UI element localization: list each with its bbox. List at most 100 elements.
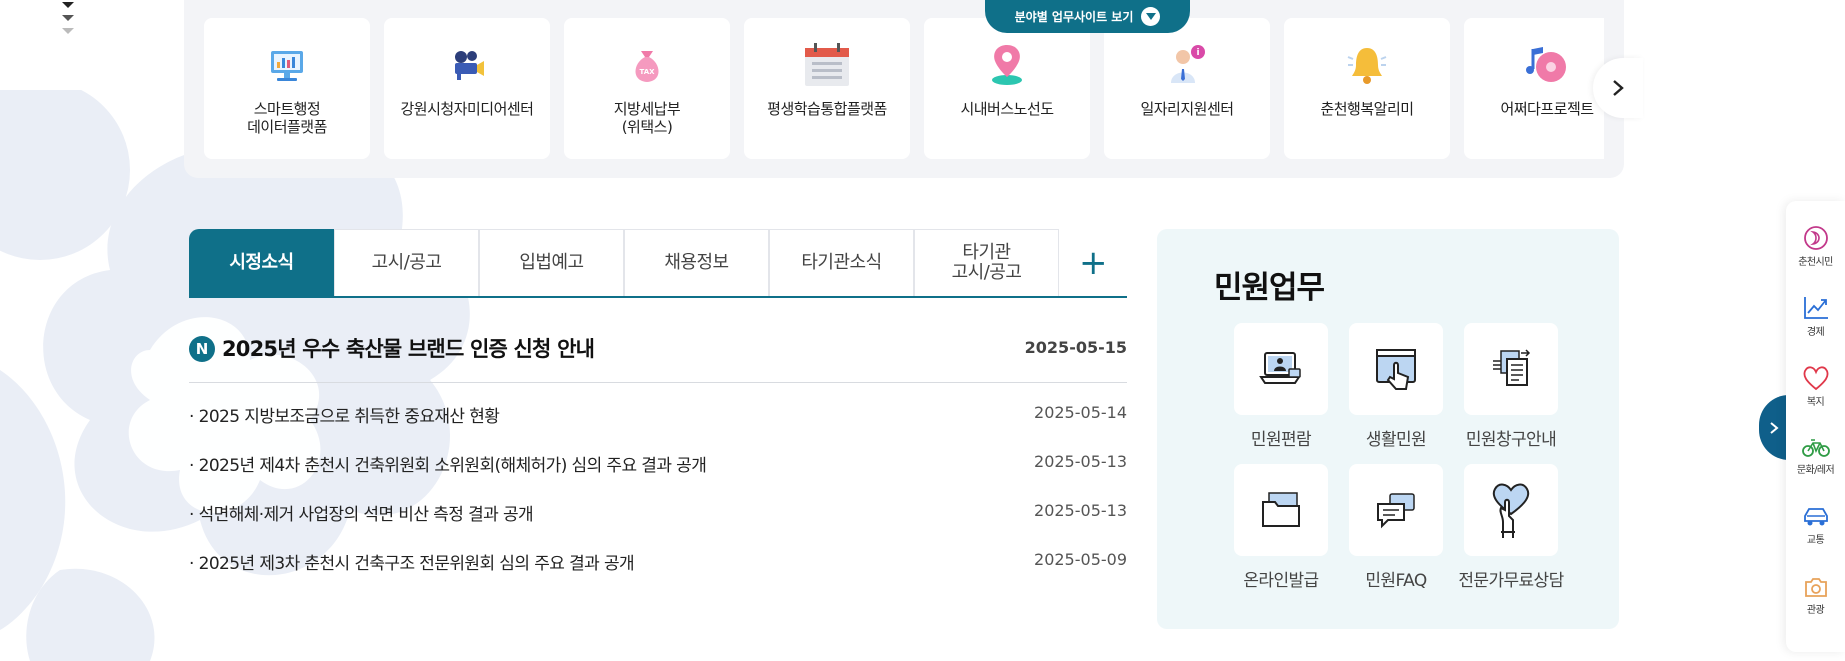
side-item-label: 복지 (1806, 397, 1825, 408)
camera-icon (1804, 578, 1827, 597)
news-list: · 2025 지방보조금으로 취득한 중요재산 현황 2025-05-14 · … (189, 400, 1127, 596)
featured-news-date: 2025-05-15 (1024, 338, 1127, 357)
news-list-item[interactable]: · 2025년 제3차 춘천시 건축구조 전문위원회 심의 주요 결과 공개 2… (189, 547, 1127, 596)
car-icon (1803, 508, 1828, 526)
scroll-down-chevrons-icon[interactable] (58, 0, 78, 40)
chevron-right-icon (1613, 80, 1624, 96)
site-card[interactable]: 시내버스노선도 (924, 18, 1090, 159)
bell-icon (1342, 40, 1392, 90)
side-item-label: 문화/레저 (1796, 465, 1835, 476)
related-sites-strip: 스마트행정 데이터플랫폼 강원시청자미디어센터 TAX 지방세납부 (위택스) … (184, 0, 1624, 178)
side-item-label: 관광 (1806, 605, 1825, 616)
featured-news-title[interactable]: 2025년 우수 축산물 브랜드 인증 신청 안내 (222, 333, 595, 363)
civil-affairs-panel: 민원업무 민원편람 생활민원 민원창구안내 온라인발급 민원FAQ 전문가무료상… (1157, 229, 1619, 629)
heart-hand-icon (1492, 483, 1530, 538)
citizen-icon (1803, 226, 1828, 250)
music-disc-icon (1522, 40, 1572, 90)
site-card-list: 스마트행정 데이터플랫폼 강원시청자미디어센터 TAX 지방세납부 (위택스) … (204, 18, 1604, 160)
civil-item-label: 민원창구안내 (1465, 430, 1557, 450)
site-card-label: 지방세납부 (위택스) (613, 100, 681, 136)
side-item-citizen[interactable]: 춘천시민 (1786, 225, 1845, 268)
heart-icon (1803, 366, 1828, 391)
news-title[interactable]: · 2025년 제3차 춘천시 건축구조 전문위원회 심의 주요 결과 공개 (189, 549, 635, 574)
civil-item-handbook[interactable]: 민원편람 (1226, 323, 1336, 450)
svg-text:TAX: TAX (639, 68, 655, 76)
civil-item-online-issue[interactable]: 온라인발급 (1226, 464, 1336, 591)
site-card-label: 일자리지원센터 (1140, 100, 1234, 118)
site-card-label: 시내버스노선도 (960, 100, 1054, 118)
side-menu-toggle-button[interactable] (1759, 395, 1789, 460)
tab-underline (189, 296, 1127, 298)
side-item-traffic[interactable]: 교통 (1786, 505, 1845, 546)
tab-city-news[interactable]: 시정소식 (189, 229, 334, 296)
site-card-label: 춘천행복알리미 (1320, 100, 1414, 118)
civil-item-expert-consult[interactable]: 전문가무료상담 (1456, 464, 1566, 591)
site-card[interactable]: 춘천행복알리미 (1284, 18, 1450, 159)
news-date: 2025-05-13 (1034, 452, 1127, 471)
side-item-economy[interactable]: 경제 (1786, 295, 1845, 338)
monitor-chart-icon (262, 40, 312, 90)
news-date: 2025-05-14 (1034, 403, 1127, 422)
site-card[interactable]: 어쩌다프로젝트 (1464, 18, 1604, 159)
news-list-item[interactable]: · 2025년 제4차 춘천시 건축위원회 소위원회(해체허가) 심의 주요 결… (189, 449, 1127, 498)
quick-side-menu: 춘천시민 경제 복지 문화/레저 교통 관광 (1786, 201, 1845, 652)
site-card[interactable]: 평생학습통합플랫폼 (744, 18, 910, 159)
more-news-button[interactable]: + (1059, 229, 1127, 296)
location-pin-icon (982, 40, 1032, 90)
news-title[interactable]: · 2025 지방보조금으로 취득한 중요재산 현황 (189, 402, 500, 427)
svg-text:i: i (1196, 48, 1199, 58)
civil-item-window-guide[interactable]: 민원창구안내 (1456, 323, 1566, 450)
civil-item-label: 온라인발급 (1243, 571, 1319, 591)
new-badge: N (189, 336, 215, 362)
site-card[interactable]: i 일자리지원센터 (1104, 18, 1270, 159)
tab-recruitment[interactable]: 채용정보 (624, 229, 769, 296)
civil-affairs-title: 민원업무 (1214, 270, 1325, 306)
news-date: 2025-05-13 (1034, 501, 1127, 520)
news-date: 2025-05-09 (1034, 550, 1127, 569)
tab-other-agency-news[interactable]: 타기관소식 (769, 229, 914, 296)
featured-news-item[interactable]: N 2025년 우수 축산물 브랜드 인증 신청 안내 2025-05-15 (189, 333, 1127, 383)
field-sites-toggle-label: 분야별 업무사이트 보기 (1014, 10, 1134, 24)
civil-item-daily-petition[interactable]: 생활민원 (1341, 323, 1451, 450)
triangle-down-icon (1141, 7, 1161, 26)
news-title[interactable]: · 2025년 제4차 춘천시 건축위원회 소위원회(해체허가) 심의 주요 결… (189, 451, 707, 476)
chevron-right-icon (1770, 421, 1779, 434)
chat-bubbles-icon (1377, 493, 1415, 529)
site-card-label: 어쩌다프로젝트 (1500, 100, 1594, 118)
site-card-label: 스마트행정 데이터플랫폼 (247, 100, 327, 136)
side-item-label: 교통 (1806, 535, 1825, 546)
site-card-label: 평생학습통합플랫폼 (767, 100, 887, 118)
bicycle-icon (1801, 439, 1830, 457)
touch-screen-icon (1376, 349, 1416, 390)
side-item-welfare[interactable]: 복지 (1786, 365, 1845, 408)
civil-item-label: 민원FAQ (1365, 571, 1427, 591)
civil-item-label: 민원편람 (1250, 430, 1312, 450)
site-card[interactable]: TAX 지방세납부 (위택스) (564, 18, 730, 159)
page: 스마트행정 데이터플랫폼 강원시청자미디어센터 TAX 지방세납부 (위택스) … (0, 0, 1845, 661)
worker-info-icon: i (1162, 40, 1212, 90)
calendar-icon (802, 40, 852, 90)
tab-notices[interactable]: 고시/공고 (334, 229, 479, 296)
side-item-label: 경제 (1806, 327, 1825, 338)
video-camera-icon (442, 40, 492, 90)
trend-chart-icon (1803, 297, 1828, 319)
laptop-person-icon (1259, 352, 1301, 384)
tab-legislation[interactable]: 입법예고 (479, 229, 624, 296)
site-card-label: 강원시청자미디어센터 (400, 100, 534, 118)
plus-icon: + (1079, 242, 1108, 283)
news-tab-bar: 시정소식 고시/공고 입법예고 채용정보 타기관소식 타기관 고시/공고 + (189, 229, 1127, 298)
tab-other-agency-notices[interactable]: 타기관 고시/공고 (914, 229, 1059, 296)
folder-icon (1262, 492, 1300, 527)
site-card[interactable]: 강원시청자미디어센터 (384, 18, 550, 159)
civil-item-label: 생활민원 (1365, 430, 1427, 450)
news-list-item[interactable]: · 석면해체·제거 사업장의 석면 비산 측정 결과 공개 2025-05-13 (189, 498, 1127, 547)
civil-item-label: 전문가무료상담 (1458, 571, 1564, 591)
side-item-tourism[interactable]: 관광 (1786, 575, 1845, 616)
civil-item-faq[interactable]: 민원FAQ (1341, 464, 1451, 591)
site-card[interactable]: 스마트행정 데이터플랫폼 (204, 18, 370, 159)
field-sites-toggle-button[interactable]: 분야별 업무사이트 보기 (985, 0, 1190, 33)
side-item-label: 춘천시민 (1798, 257, 1833, 268)
side-item-culture-leisure[interactable]: 문화/레저 (1786, 435, 1845, 476)
news-list-item[interactable]: · 2025 지방보조금으로 취득한 중요재산 현황 2025-05-14 (189, 400, 1127, 449)
news-title[interactable]: · 석면해체·제거 사업장의 석면 비산 측정 결과 공개 (189, 500, 534, 525)
